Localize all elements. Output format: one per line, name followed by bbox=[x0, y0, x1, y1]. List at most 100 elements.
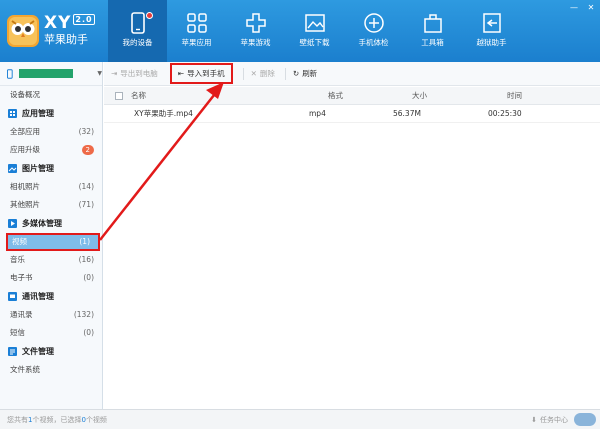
sidebar-item-label: 相机照片 bbox=[10, 182, 40, 191]
sidebar-item-all-apps[interactable]: 全部应用 (32) bbox=[0, 123, 102, 141]
toolbar: ⇥ 导出到电脑 ⇤ 导入到手机 ✕ 删除 ↻ 刷新 bbox=[104, 62, 600, 86]
chevron-down-icon[interactable]: ▼ bbox=[97, 70, 102, 77]
sidebar-head-label: 多媒体管理 bbox=[22, 219, 62, 228]
device-name-bar bbox=[18, 69, 74, 78]
import-to-phone-button[interactable]: ⇤ 导入到手机 bbox=[169, 63, 233, 84]
top-header: XY2.0 苹果助手 我的设备 苹果应用 苹果游戏 壁纸下载 手机体检 工具箱 bbox=[0, 0, 600, 62]
gamepad-icon bbox=[245, 13, 266, 33]
sidebar-item-label: 其他照片 bbox=[10, 200, 40, 209]
nav-label: 我的设备 bbox=[122, 38, 153, 47]
cell-size: 56.37M bbox=[393, 109, 421, 118]
nav-apple-games[interactable]: 苹果游戏 bbox=[226, 0, 285, 62]
nav-my-device[interactable]: 我的设备 bbox=[108, 0, 167, 62]
task-center-button[interactable]: ⬇ 任务中心 bbox=[531, 415, 568, 425]
sidebar-item-label: 全部应用 bbox=[10, 127, 40, 136]
comm-head-icon bbox=[8, 292, 17, 301]
brand: XY 2.0 苹果助手 bbox=[44, 14, 95, 46]
header-size[interactable]: 大小 bbox=[412, 90, 507, 101]
select-all-checkbox[interactable] bbox=[115, 91, 123, 100]
nav-label: 苹果应用 bbox=[181, 38, 212, 47]
import-icon: ⇤ bbox=[177, 69, 185, 78]
status-text-1: 您共有 bbox=[7, 415, 28, 424]
video-table: 名称 格式 大小 时间 XY苹果助手.mp4 mp4 56.37M 00:25:… bbox=[104, 87, 600, 123]
task-center-label: 任务中心 bbox=[540, 416, 568, 424]
brand-xy-text: XY bbox=[44, 13, 72, 33]
brand-title: XY 2.0 bbox=[44, 14, 95, 32]
toolbox-icon bbox=[423, 14, 442, 33]
cell-time: 00:25:30 bbox=[488, 109, 522, 118]
scroll-toggle[interactable] bbox=[574, 413, 596, 426]
sidebar-item-count: (0) bbox=[83, 273, 94, 282]
sidebar-item-count: (1) bbox=[79, 237, 90, 246]
sidebar-item-count: (71) bbox=[78, 200, 94, 209]
toolbar-divider bbox=[284, 67, 286, 80]
device-selector[interactable]: ▼ bbox=[0, 62, 102, 86]
sidebar-head-label: 文件管理 bbox=[22, 347, 54, 356]
sidebar: ▼ 设备概况 应用管理 全部应用 (32) 应用升级 2 图片管理 相机照片 (14)… bbox=[0, 62, 103, 409]
delete-button[interactable]: ✕ 删除 bbox=[251, 68, 275, 79]
status-text-3: 个视频 bbox=[85, 415, 107, 424]
table-header: 名称 格式 大小 时间 bbox=[104, 87, 600, 105]
sidebar-item-contacts[interactable]: 通讯录 (132) bbox=[0, 306, 102, 324]
sidebar-item-label: 视频 bbox=[12, 237, 27, 246]
header-format[interactable]: 格式 bbox=[328, 90, 412, 101]
exit-icon bbox=[482, 13, 501, 33]
sidebar-item-label: 设备概况 bbox=[10, 90, 40, 99]
import-label: 导入到手机 bbox=[187, 69, 225, 78]
sidebar-head-apps: 应用管理 bbox=[0, 104, 102, 123]
sidebar-item-ebooks[interactable]: 电子书 (0) bbox=[0, 269, 102, 287]
main-nav: 我的设备 苹果应用 苹果游戏 壁纸下载 手机体检 工具箱 越狱助手 bbox=[108, 0, 521, 62]
sidebar-item-label: 短信 bbox=[10, 328, 25, 337]
refresh-button[interactable]: ↻ 刷新 bbox=[293, 68, 317, 79]
sidebar-item-count: (32) bbox=[78, 127, 94, 136]
sidebar-head-media: 多媒体管理 bbox=[0, 214, 102, 233]
phone-small-icon bbox=[7, 68, 13, 79]
export-label: 导出到电脑 bbox=[120, 69, 158, 78]
sidebar-item-camera-photos[interactable]: 相机照片 (14) bbox=[0, 178, 102, 196]
apps-grid-icon bbox=[186, 13, 207, 33]
close-button[interactable]: ✕ bbox=[585, 3, 597, 13]
sidebar-item-label: 应用升级 bbox=[10, 145, 40, 154]
sidebar-head-photos: 图片管理 bbox=[0, 159, 102, 178]
nav-phone-check[interactable]: 手机体检 bbox=[344, 0, 403, 62]
sidebar-item-music[interactable]: 音乐 (16) bbox=[0, 251, 102, 269]
sidebar-item-label: 电子书 bbox=[10, 273, 33, 282]
sidebar-item-count: (16) bbox=[78, 255, 94, 264]
status-text-2: 个视频，已选择 bbox=[32, 415, 82, 424]
nav-label: 壁纸下载 bbox=[299, 38, 330, 47]
nav-jailbreak[interactable]: 越狱助手 bbox=[462, 0, 521, 62]
sidebar-head-label: 图片管理 bbox=[22, 164, 54, 173]
sidebar-item-sms[interactable]: 短信 (0) bbox=[0, 324, 102, 342]
sidebar-item-file-system[interactable]: 文件系统 bbox=[0, 361, 102, 379]
sidebar-item-videos[interactable]: 视频 (1) bbox=[6, 233, 100, 251]
header-name[interactable]: 名称 bbox=[123, 90, 328, 101]
nav-wallpaper[interactable]: 壁纸下载 bbox=[285, 0, 344, 62]
notification-dot bbox=[146, 12, 153, 19]
nav-label: 苹果游戏 bbox=[240, 38, 271, 47]
update-count-badge: 2 bbox=[81, 145, 94, 155]
sidebar-head-label: 通讯管理 bbox=[22, 292, 54, 301]
health-plus-icon bbox=[363, 13, 384, 33]
table-row[interactable]: XY苹果助手.mp4 mp4 56.37M 00:25:30 bbox=[104, 105, 600, 123]
owl-logo-icon bbox=[7, 15, 39, 47]
cell-format: mp4 bbox=[309, 109, 326, 118]
sidebar-item-label: 音乐 bbox=[10, 255, 25, 264]
files-head-icon bbox=[8, 347, 17, 356]
sidebar-item-overview[interactable]: 设备概况 bbox=[0, 86, 102, 104]
photos-head-icon bbox=[8, 164, 17, 173]
sidebar-item-count: (0) bbox=[83, 328, 94, 337]
sidebar-item-app-upgrade[interactable]: 应用升级 2 bbox=[0, 141, 102, 159]
nav-label: 工具箱 bbox=[421, 38, 444, 47]
brand-name: 苹果助手 bbox=[44, 33, 88, 46]
sidebar-head-comm: 通讯管理 bbox=[0, 287, 102, 306]
status-bar: 您共有 1 个视频，已选择 0 个视频 ⬇ 任务中心 bbox=[0, 409, 600, 429]
brand-version: 2.0 bbox=[73, 14, 95, 25]
nav-toolbox[interactable]: 工具箱 bbox=[403, 0, 462, 62]
minimize-button[interactable]: — bbox=[568, 3, 580, 13]
refresh-icon: ↻ bbox=[292, 69, 300, 78]
export-to-pc-button[interactable]: ⇥ 导出到电脑 bbox=[111, 68, 158, 79]
header-time[interactable]: 时间 bbox=[507, 90, 587, 101]
nav-apple-apps[interactable]: 苹果应用 bbox=[167, 0, 226, 62]
sidebar-item-count: (14) bbox=[78, 182, 94, 191]
sidebar-item-other-photos[interactable]: 其他照片 (71) bbox=[0, 196, 102, 214]
